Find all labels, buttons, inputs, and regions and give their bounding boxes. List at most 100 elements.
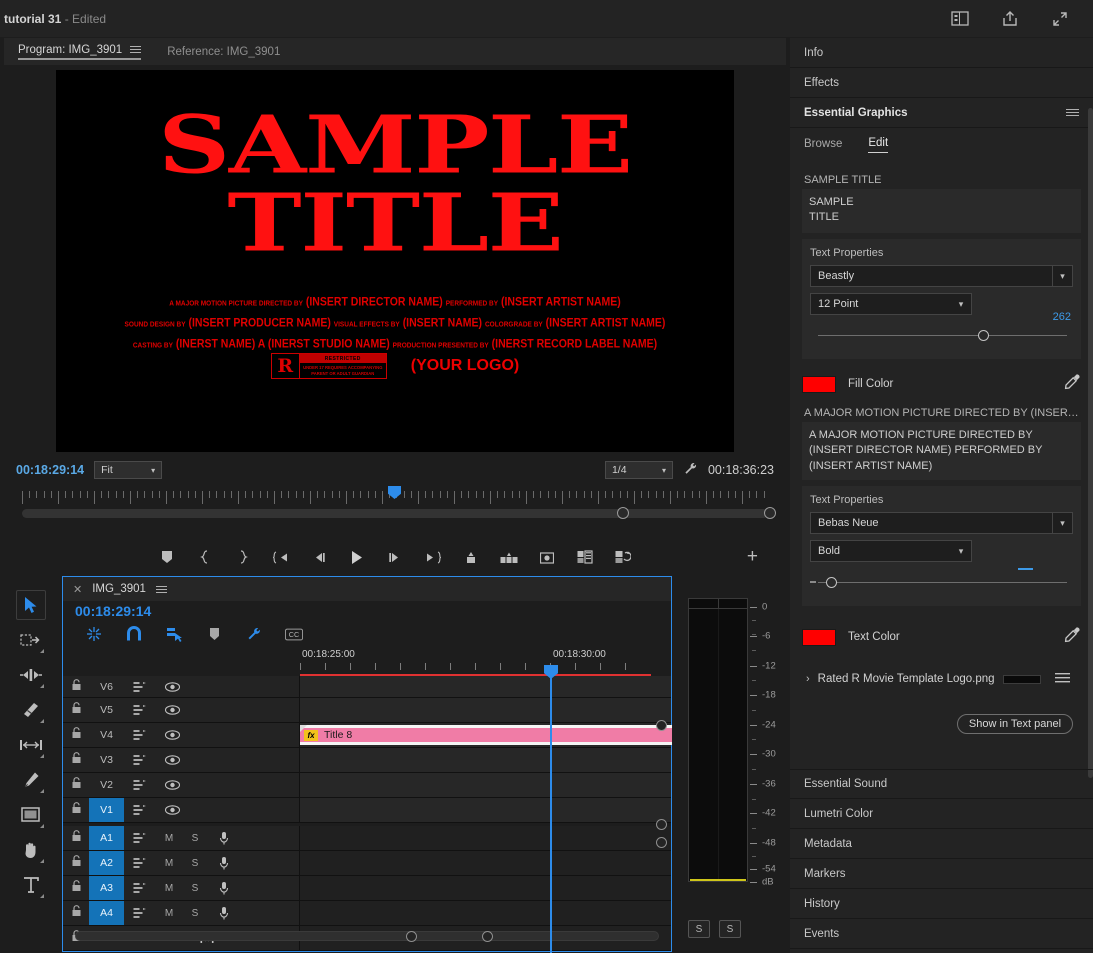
lock-icon[interactable] (63, 726, 89, 744)
add-marker-icon[interactable] (157, 547, 177, 567)
step-forward-icon[interactable] (385, 547, 405, 567)
video-frame[interactable]: SAMPLE TITLE A MAJOR MOTION PICTURE DIRE… (56, 70, 734, 452)
scroll-handle-right[interactable] (482, 931, 493, 942)
text-color-swatch[interactable] (802, 629, 836, 646)
sync-lock-icon[interactable] (124, 704, 156, 716)
panel-tab-info[interactable]: Info (790, 38, 1093, 68)
track-name-v2[interactable]: V2 (89, 773, 124, 797)
linked-selection-icon[interactable] (165, 625, 183, 643)
microphone-icon[interactable] (208, 856, 240, 870)
track-content-v3[interactable] (300, 748, 671, 772)
lock-icon[interactable] (63, 801, 89, 819)
lock-icon[interactable] (63, 854, 89, 872)
lock-icon[interactable] (63, 879, 89, 897)
microphone-icon[interactable] (208, 906, 240, 920)
panel-tab-events[interactable]: Events (790, 919, 1093, 949)
eye-visibility-icon[interactable] (156, 780, 188, 790)
panel-tab-lumetri-color[interactable]: Lumetri Color (790, 799, 1093, 829)
microphone-icon[interactable] (208, 831, 240, 845)
solo-track-button-a3[interactable]: S (182, 883, 208, 894)
mark-in-icon[interactable] (195, 547, 215, 567)
track-content-v6[interactable] (300, 676, 671, 697)
slip-tool[interactable] (16, 730, 46, 760)
layer1-font-size-slider[interactable]: 262 (810, 321, 1073, 347)
panel-tab-history[interactable]: History (790, 889, 1093, 919)
eyedropper-icon[interactable] (1064, 626, 1081, 648)
export-share-icon[interactable] (999, 8, 1021, 30)
track-content-a1[interactable] (300, 826, 671, 850)
wrench-settings-icon[interactable] (245, 625, 263, 643)
ripple-edit-tool[interactable] (16, 660, 46, 690)
track-content-a4[interactable] (300, 901, 671, 925)
captions-cc-icon[interactable]: CC (285, 625, 303, 643)
track-height-handle-v1[interactable] (656, 819, 667, 830)
solo-track-button-a4[interactable]: S (182, 908, 208, 919)
program-panel-menu-icon[interactable] (130, 46, 141, 53)
panel-tab-metadata[interactable]: Metadata (790, 829, 1093, 859)
lock-icon[interactable] (63, 776, 89, 794)
meter-clip-indicators[interactable] (689, 599, 747, 609)
sync-lock-icon[interactable] (124, 681, 156, 693)
timeline-playhead[interactable] (550, 667, 552, 953)
sync-lock-icon[interactable] (124, 882, 156, 894)
track-name-v6[interactable]: V6 (89, 676, 124, 697)
timeline-clip-title-8[interactable]: fx Title 8 (300, 725, 672, 745)
multicamera-icon[interactable] (613, 547, 633, 567)
track-name-a1[interactable]: A1 (89, 826, 124, 850)
sync-lock-icon[interactable] (124, 804, 156, 816)
track-height-handle-video[interactable] (656, 720, 667, 731)
track-content-v5[interactable] (300, 698, 671, 722)
extract-icon[interactable] (499, 547, 519, 567)
sync-lock-icon[interactable] (124, 857, 156, 869)
microphone-icon[interactable] (208, 881, 240, 895)
fullscreen-icon[interactable] (1049, 8, 1071, 30)
razor-tool[interactable] (16, 695, 46, 725)
eye-visibility-icon[interactable] (156, 755, 188, 765)
track-content-v4[interactable]: fx Title 8 (300, 723, 671, 747)
sync-lock-icon[interactable] (124, 729, 156, 741)
timeline-sequence-name[interactable]: IMG_3901 (92, 583, 146, 595)
meter-solo-button-left[interactable]: S (688, 920, 710, 938)
track-content-v1[interactable] (300, 798, 671, 822)
right-panel-scrollbar[interactable] (1088, 108, 1093, 778)
step-back-icon[interactable] (309, 547, 329, 567)
close-icon[interactable]: ✕ (73, 583, 82, 596)
snap-magnet-icon[interactable] (125, 625, 143, 643)
solo-track-button-a1[interactable]: S (182, 833, 208, 844)
eye-visibility-icon[interactable] (156, 682, 188, 692)
logo-layer-menu-icon[interactable] (1055, 670, 1070, 688)
track-name-v1[interactable]: V1 (89, 798, 124, 822)
tab-program-img3901[interactable]: Program: IMG_3901 (18, 44, 141, 60)
audio-meter-bars[interactable] (688, 598, 748, 882)
layer1-text-input[interactable]: SAMPLE TITLE (802, 189, 1081, 233)
export-frame-icon[interactable] (537, 547, 557, 567)
track-height-handle-audio[interactable] (656, 837, 667, 848)
lift-icon[interactable] (461, 547, 481, 567)
mute-track-button-a4[interactable]: M (156, 908, 182, 919)
show-in-text-panel-button[interactable]: Show in Text panel (957, 714, 1073, 734)
zoom-level-select[interactable]: Fit ▾ (94, 461, 162, 479)
nest-icon[interactable] (85, 625, 103, 643)
track-name-v5[interactable]: V5 (89, 698, 124, 722)
mute-track-button-a1[interactable]: M (156, 833, 182, 844)
lock-icon[interactable] (63, 904, 89, 922)
playback-resolution-select[interactable]: 1/4 ▾ (605, 461, 673, 479)
eye-visibility-icon[interactable] (156, 730, 188, 740)
add-marker-icon[interactable] (205, 625, 223, 643)
solo-track-button-a2[interactable]: S (182, 858, 208, 869)
eyedropper-icon[interactable] (1064, 373, 1081, 395)
layer1-font-family-select[interactable]: Beastly ▾ (810, 265, 1073, 287)
layer2-text-input[interactable]: A MAJOR MOTION PICTURE DIRECTED BY (INSE… (802, 422, 1081, 480)
timeline-ruler[interactable]: 00:18:25:00 00:18:30:00 (300, 647, 651, 675)
slider-knob[interactable] (978, 330, 989, 341)
sync-lock-icon[interactable] (124, 779, 156, 791)
timeline-horizontal-scrollbar[interactable] (75, 931, 659, 941)
go-to-out-icon[interactable] (423, 547, 443, 567)
monitor-duration-timecode[interactable]: 00:18:36:23 (708, 463, 774, 477)
type-tool[interactable] (16, 870, 46, 900)
track-name-a2[interactable]: A2 (89, 851, 124, 875)
lock-icon[interactable] (63, 678, 89, 696)
meter-solo-button-right[interactable]: S (719, 920, 741, 938)
timeline-panel-menu-icon[interactable] (156, 586, 167, 593)
slider-knob[interactable] (826, 577, 837, 588)
